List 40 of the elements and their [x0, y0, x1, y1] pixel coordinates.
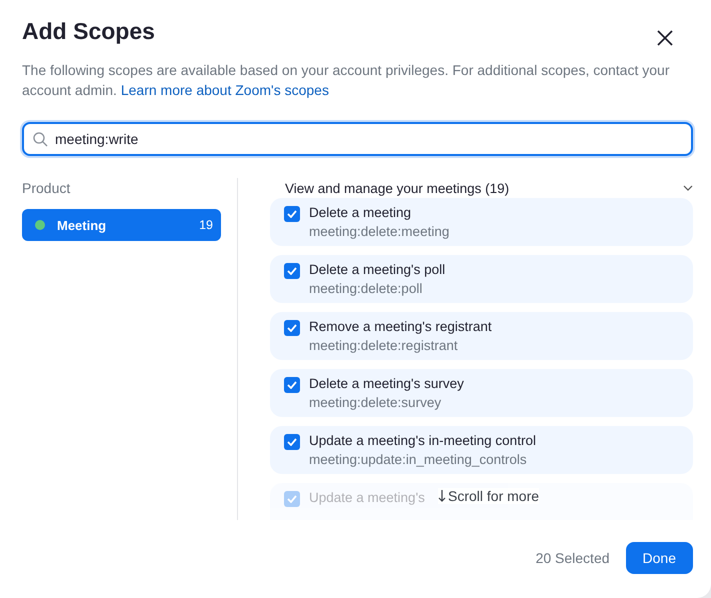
close-icon	[657, 30, 673, 46]
scope-code: meeting:delete:registrant	[309, 337, 459, 355]
check-icon	[287, 438, 297, 446]
selected-count: 20 Selected	[536, 550, 610, 566]
scope-code: meeting:delete:meeting	[309, 223, 450, 241]
dialog-description: The following scopes are available based on your account privileges. For additional scopes, contact your account admin. Learn more about Zoom's scopes	[22, 61, 670, 100]
dialog-title: Add Scopes	[22, 18, 155, 45]
scopes-link[interactable]: Learn more about Zoom's scopes	[120, 82, 329, 98]
check-icon	[287, 381, 297, 389]
checkbox[interactable]	[284, 491, 300, 507]
check-icon	[287, 324, 297, 332]
product-heading: Product	[22, 180, 72, 196]
group-title: View and manage your meetings (19)	[285, 180, 510, 196]
product-count: 19	[199, 218, 213, 232]
check-icon	[287, 267, 297, 275]
scope-title: Update a meeting's	[309, 489, 425, 507]
scroll-hint: Scroll for more	[448, 488, 540, 504]
scope-title: Delete a meeting's poll	[309, 261, 446, 279]
product-label: Meeting	[57, 218, 108, 232]
chevron-icon	[683, 185, 693, 191]
search-field[interactable]: meeting:write	[22, 122, 693, 156]
group-header[interactable]: View and manage your meetings (19)	[270, 178, 693, 198]
search-icon	[33, 132, 48, 147]
scope-title: Delete a meeting's survey	[309, 375, 464, 393]
done-button[interactable]: Done	[626, 542, 693, 574]
arrow-down-icon	[438, 490, 446, 502]
scope-code: meeting:update:in_meeting_controls	[309, 451, 528, 469]
scope-title: Remove a meeting's registrant	[309, 318, 492, 336]
check-icon	[287, 210, 297, 218]
checkbox[interactable]	[284, 206, 300, 222]
check-icon	[287, 495, 297, 503]
scope-code: meeting:delete:survey	[309, 394, 442, 412]
scope-title: Delete a meeting	[309, 204, 412, 222]
checkbox[interactable]	[284, 377, 300, 393]
checkbox[interactable]	[284, 263, 300, 279]
scope-title: Update a meeting's in-meeting control	[309, 432, 536, 450]
checkbox[interactable]	[284, 320, 300, 336]
product-item[interactable]: Meeting 19	[22, 209, 221, 241]
checkbox[interactable]	[284, 434, 300, 450]
scope-code: meeting:delete:poll	[309, 280, 424, 298]
